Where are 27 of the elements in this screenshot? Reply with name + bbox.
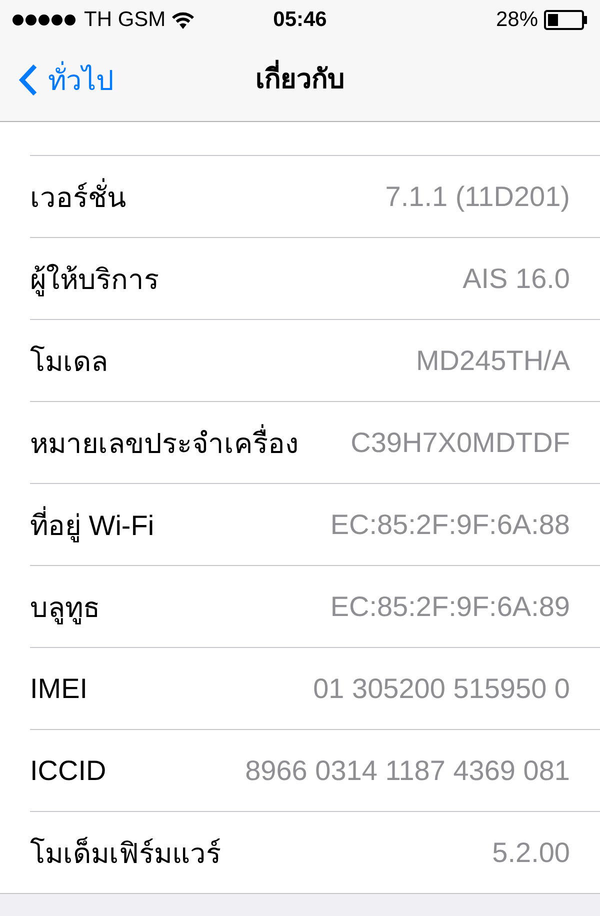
battery-percent: 28% (496, 8, 538, 32)
row-label: โมเด็มเฟิร์มแวร์ (30, 836, 221, 870)
row-value: AIS 16.0 (462, 262, 570, 294)
row-label: ที่อยู่ Wi-Fi (30, 502, 154, 546)
wifi-icon (172, 12, 194, 28)
page-title: เกี่ยวกับ (256, 58, 344, 102)
carrier-name: TH GSM (84, 8, 166, 32)
row-value: 7.1.1 (11D201) (385, 180, 570, 212)
row-label: เวอร์ชั่น (30, 174, 126, 218)
row-label: ICCID (30, 754, 106, 786)
row-value: MD245TH/A (416, 344, 570, 376)
row-label: โมเดล (30, 344, 108, 378)
row-label: ผู้ให้บริการ (30, 262, 159, 298)
row-label: หมายเลขประจำเครื่อง (30, 420, 299, 464)
row-value: 01 305200 515950 0 (313, 672, 570, 704)
row-value: EC:85:2F:9F:6A:89 (330, 590, 570, 622)
row-value: 5.2.00 (492, 836, 570, 868)
row-value: C39H7X0MDTDF (350, 426, 570, 458)
battery-icon (544, 10, 588, 30)
row-value: 8966 0314 1187 4369 081 (245, 754, 570, 786)
row-label: บลูทูธ (30, 590, 100, 626)
row-value: EC:85:2F:9F:6A:88 (330, 508, 570, 540)
row-label: IMEI (30, 672, 88, 704)
chevron-left-icon (18, 62, 38, 96)
back-button[interactable]: ทั่วไป (0, 58, 114, 102)
signal-icon (12, 14, 78, 26)
clock-time: 05:46 (273, 8, 327, 31)
